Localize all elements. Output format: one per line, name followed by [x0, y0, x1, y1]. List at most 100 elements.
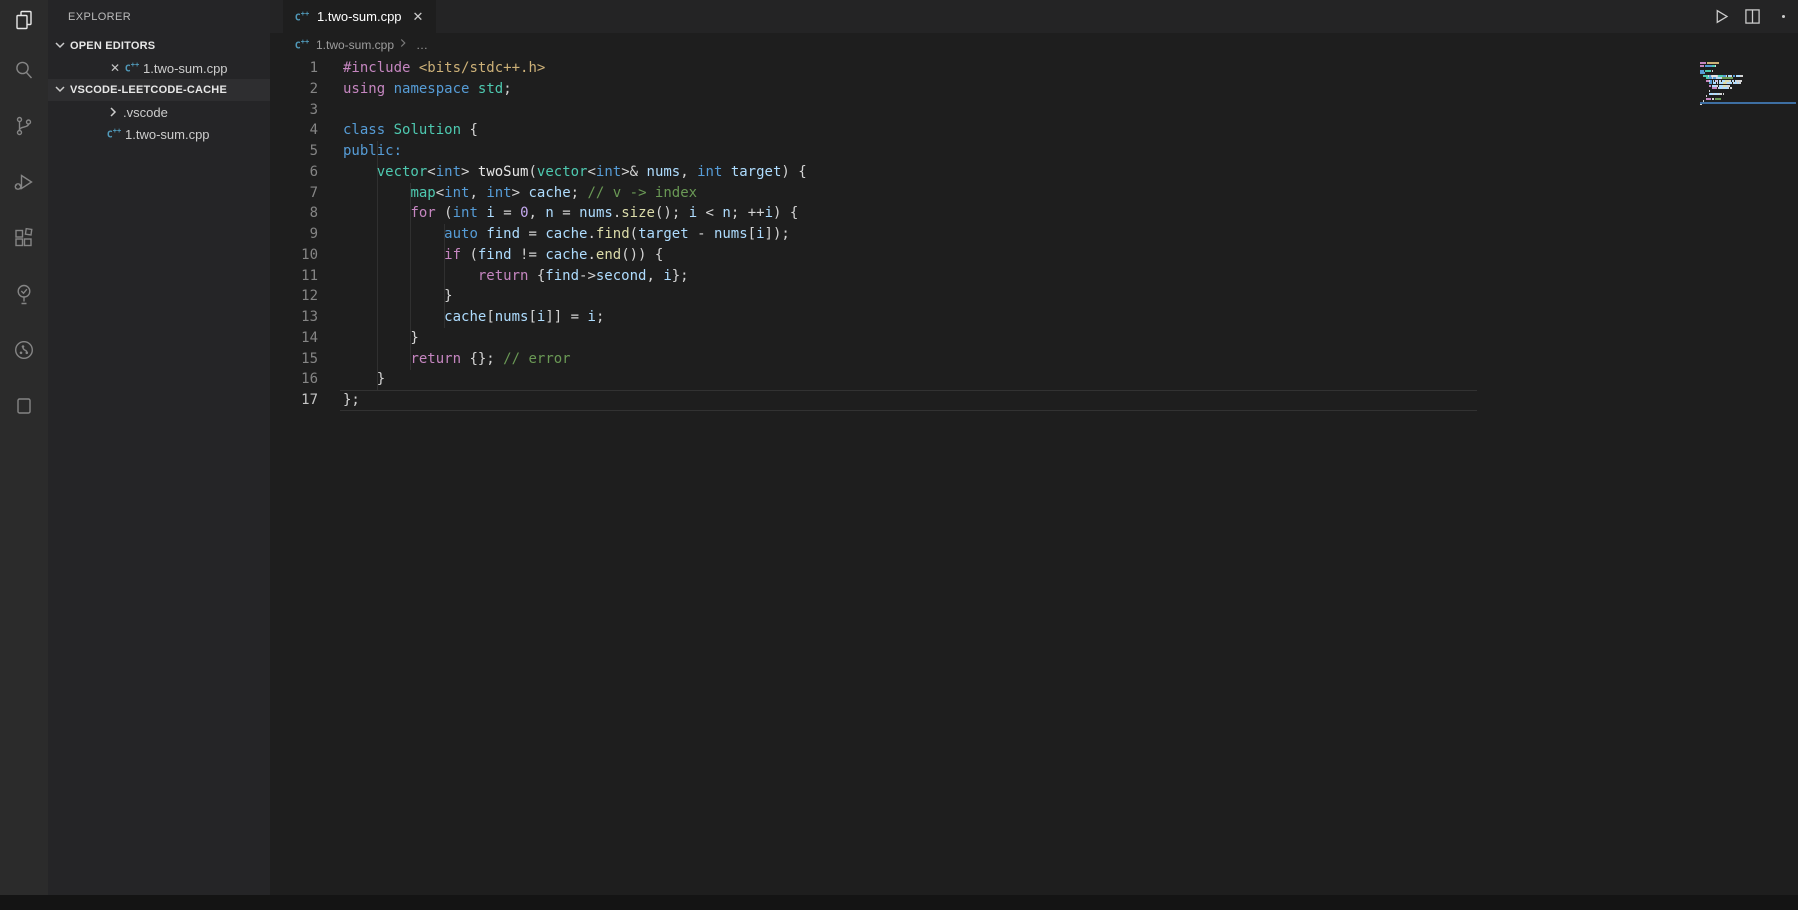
activity-search[interactable]: [0, 44, 48, 100]
line-number: 1: [270, 58, 318, 79]
code-text: }: [318, 328, 419, 349]
code-line[interactable]: 15 return {}; // error: [270, 349, 1798, 370]
section-workspace[interactable]: VSCODE-LEETCODE-CACHE: [48, 79, 270, 101]
code-text: vector<int> twoSum(vector<int>& nums, in…: [318, 162, 807, 183]
code-text: };: [318, 390, 360, 411]
line-number: 6: [270, 162, 318, 183]
code-line[interactable]: 9 auto find = cache.find(target - nums[i…: [270, 224, 1798, 245]
code-text: #include <bits/stdc++.h>: [318, 58, 545, 79]
code-text: auto find = cache.find(target - nums[i])…: [318, 224, 790, 245]
code-line[interactable]: 16 }: [270, 369, 1798, 390]
close-icon[interactable]: ✕: [107, 61, 123, 75]
run-debug-icon: [12, 170, 36, 199]
search-icon: [12, 58, 36, 87]
code-text: using namespace std;: [318, 79, 512, 100]
run-button[interactable]: [1710, 6, 1732, 28]
file-label: 1.two-sum.cpp: [143, 61, 228, 76]
editor-actions: [1710, 0, 1794, 33]
code-line[interactable]: 8 for (int i = 0, n = nums.size(); i < n…: [270, 203, 1798, 224]
editor-group: C++ 1.two-sum.cpp ✕ C++ 1.two: [270, 0, 1798, 895]
activity-leetcode[interactable]: [0, 268, 48, 324]
cpp-file-icon: C++: [293, 10, 311, 23]
line-number: 3: [270, 100, 318, 121]
code-line[interactable]: 2using namespace std;: [270, 79, 1798, 100]
line-number: 17: [270, 390, 318, 411]
vscode-window: EXPLORER OPEN EDITORS ✕C++1.two-sum.cpp …: [0, 0, 1798, 910]
cpp-file-icon: C++: [293, 38, 311, 51]
split-editor-button[interactable]: [1741, 6, 1763, 28]
line-number: 10: [270, 245, 318, 266]
chevron-down-icon: [52, 37, 70, 56]
code-line[interactable]: 1#include <bits/stdc++.h>: [270, 58, 1798, 79]
extensions-icon: [12, 226, 36, 255]
explorer-sidebar: EXPLORER OPEN EDITORS ✕C++1.two-sum.cpp …: [48, 0, 270, 895]
more-actions-button[interactable]: [1772, 6, 1794, 28]
tab-label: 1.two-sum.cpp: [317, 9, 402, 24]
line-number: 4: [270, 120, 318, 141]
cpp-file-icon: C++: [105, 127, 123, 140]
minimap-current-line: [1700, 102, 1796, 104]
code-line[interactable]: 17};: [270, 390, 1798, 411]
ellipsis-icon: [1782, 15, 1785, 18]
code-line[interactable]: 6 vector<int> twoSum(vector<int>& nums, …: [270, 162, 1798, 183]
tab-bar: C++ 1.two-sum.cpp ✕: [270, 0, 1798, 33]
activity-timeline[interactable]: [0, 324, 48, 380]
file-label: .vscode: [123, 105, 168, 120]
breadcrumb-more[interactable]: …: [416, 38, 428, 52]
code-line[interactable]: 12 }: [270, 286, 1798, 307]
activity-bookmarks[interactable]: [0, 380, 48, 436]
section-label: OPEN EDITORS: [70, 40, 155, 52]
line-number: 9: [270, 224, 318, 245]
code-text: cache[nums[i]] = i;: [318, 307, 604, 328]
cpp-file-icon: C++: [123, 61, 141, 74]
line-number: 12: [270, 286, 318, 307]
tab-close-icon[interactable]: ✕: [410, 8, 427, 26]
source-control-icon: [12, 114, 36, 143]
file-label: 1.two-sum.cpp: [125, 127, 210, 142]
line-number: 2: [270, 79, 318, 100]
section-open-editors[interactable]: OPEN EDITORS: [48, 35, 270, 57]
code-text: return {find->second, i};: [318, 266, 689, 287]
line-number: 5: [270, 141, 318, 162]
code-text: map<int, int> cache; // v -> index: [318, 183, 697, 204]
tree-item-folder[interactable]: .vscode: [48, 101, 270, 123]
activity-explorer[interactable]: [0, 0, 48, 44]
code-line[interactable]: 11 return {find->second, i};: [270, 266, 1798, 287]
chevron-right-icon: [396, 36, 410, 53]
breadcrumb-file[interactable]: 1.two-sum.cpp: [316, 38, 394, 52]
code-text: }: [318, 369, 385, 390]
activity-source-control[interactable]: [0, 100, 48, 156]
code-line[interactable]: 5public:: [270, 141, 1798, 162]
sidebar-title: EXPLORER: [48, 0, 270, 35]
line-number: 15: [270, 349, 318, 370]
activity-extensions[interactable]: [0, 212, 48, 268]
line-number: 13: [270, 307, 318, 328]
tree-item-file[interactable]: C++1.two-sum.cpp: [48, 123, 270, 145]
tab-two-sum[interactable]: C++ 1.two-sum.cpp ✕: [283, 0, 436, 33]
tree-check-icon: [12, 282, 36, 311]
play-icon: [1713, 8, 1730, 25]
section-label: VSCODE-LEETCODE-CACHE: [70, 84, 227, 96]
code-line[interactable]: 3: [270, 100, 1798, 121]
open-editor-item[interactable]: ✕C++1.two-sum.cpp: [48, 57, 270, 79]
code-text: if (find != cache.end()) {: [318, 245, 663, 266]
code-text: public:: [318, 141, 402, 162]
line-number: 14: [270, 328, 318, 349]
code-line[interactable]: 14 }: [270, 328, 1798, 349]
chevron-right-icon: [105, 104, 121, 120]
code-editor[interactable]: 1#include <bits/stdc++.h>2using namespac…: [270, 56, 1798, 895]
window-bottom-edge: [0, 895, 1798, 910]
chevron-down-icon: [52, 81, 70, 100]
line-number: 11: [270, 266, 318, 287]
code-line[interactable]: 7 map<int, int> cache; // v -> index: [270, 183, 1798, 204]
code-text: [318, 100, 343, 121]
line-number: 8: [270, 203, 318, 224]
activity-run-debug[interactable]: [0, 156, 48, 212]
bookmark-icon: [12, 394, 36, 423]
files-icon: [12, 8, 36, 37]
code-line[interactable]: 13 cache[nums[i]] = i;: [270, 307, 1798, 328]
code-text: return {}; // error: [318, 349, 571, 370]
circle-branch-icon: [12, 338, 36, 367]
code-line[interactable]: 10 if (find != cache.end()) {: [270, 245, 1798, 266]
code-line[interactable]: 4class Solution {: [270, 120, 1798, 141]
